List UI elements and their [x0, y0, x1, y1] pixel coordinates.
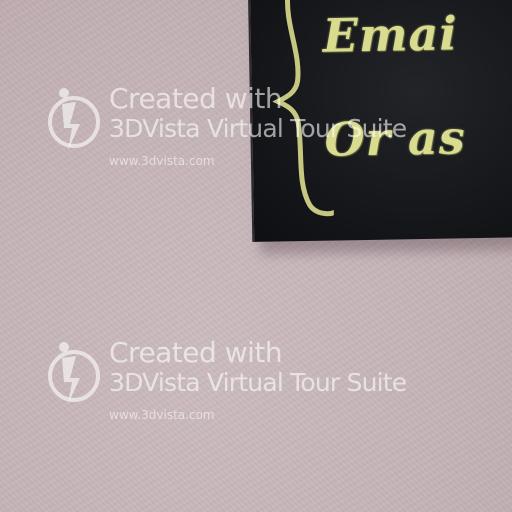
watermark-line-1: Created with: [109, 82, 283, 115]
watermark: Created with 3DVista Virtual Tour Suite …: [46, 82, 496, 174]
watermark-url: www.3dvista.com: [109, 154, 215, 168]
watermark-url: www.3dvista.com: [109, 408, 215, 422]
chalk-text-line-1: Emai: [322, 6, 459, 63]
watermark: Created with 3DVista Virtual Tour Suite …: [46, 336, 496, 428]
3dvista-logo-icon: [48, 88, 100, 150]
3dvista-logo-icon: [48, 342, 100, 404]
watermark-line-2: 3DVista Virtual Tour Suite: [109, 368, 407, 397]
watermark-line-2: 3DVista Virtual Tour Suite: [109, 114, 407, 143]
watermark-line-1: Created with: [109, 336, 283, 369]
